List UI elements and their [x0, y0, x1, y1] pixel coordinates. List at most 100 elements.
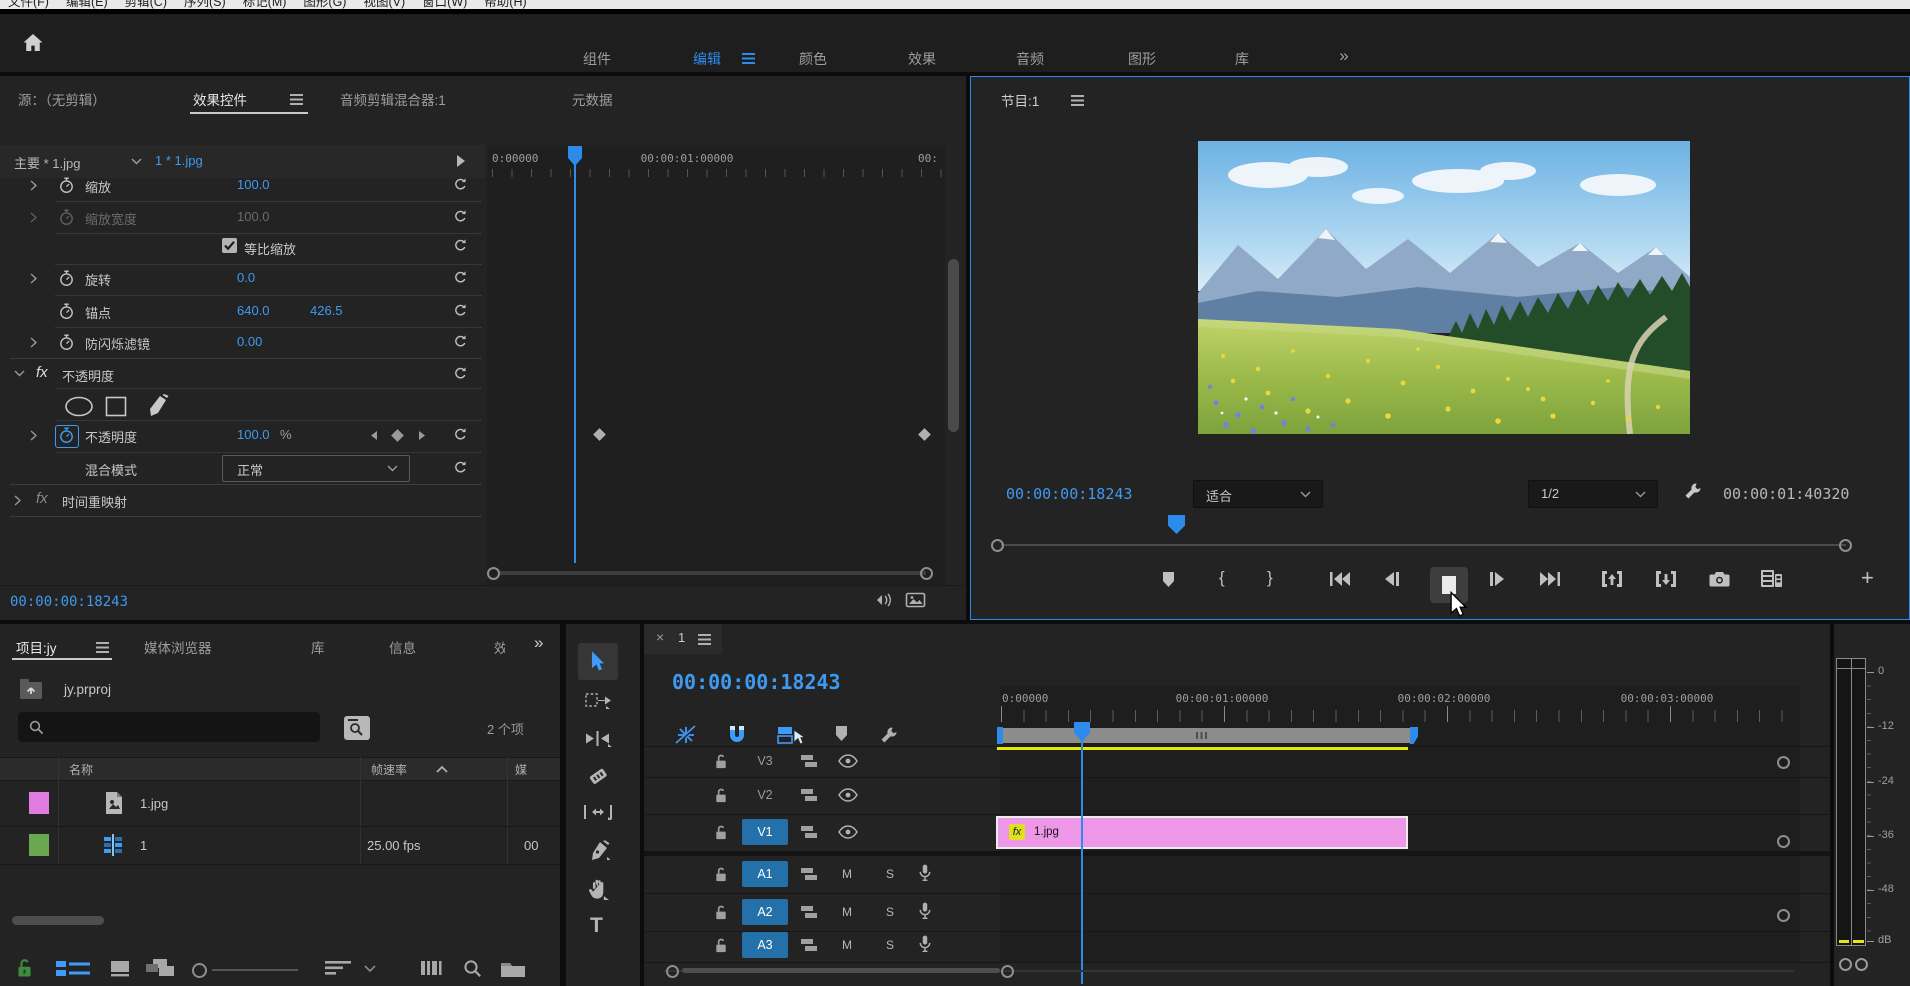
mark-in-icon[interactable]: {	[1219, 568, 1225, 588]
workspace-tab-assembly[interactable]: 组件	[583, 49, 611, 69]
track-target-v1[interactable]: V1	[742, 819, 788, 845]
work-area-bar[interactable]	[1003, 728, 1410, 743]
column-media-start[interactable]: 媒	[515, 761, 527, 778]
sync-lock-icon[interactable]	[800, 787, 818, 803]
track-target-v3[interactable]: V3	[742, 748, 788, 774]
project-row-image[interactable]	[0, 781, 560, 826]
solo-button[interactable]: S	[886, 938, 894, 952]
menu-edit[interactable]: 编辑(E)	[66, 0, 108, 9]
stopwatch-icon[interactable]	[58, 177, 75, 194]
track-lock-icon[interactable]	[714, 905, 728, 920]
prop-anchor-y[interactable]: 426.5	[310, 303, 343, 318]
expander-icon[interactable]	[30, 180, 37, 191]
rect-mask-icon[interactable]	[105, 396, 127, 417]
track-scroll-handle[interactable]	[1777, 756, 1790, 769]
timeline-hscroll-left-handle[interactable]	[666, 965, 679, 978]
expander-icon[interactable]	[30, 212, 37, 223]
seek-left-handle[interactable]	[991, 539, 1004, 552]
toggle-track-output-eye-icon[interactable]	[838, 825, 858, 839]
prop-scale-value[interactable]: 100.0	[237, 177, 270, 192]
multi-camera-icon[interactable]	[1759, 568, 1783, 589]
track-target-a3[interactable]: A3	[742, 932, 788, 958]
master-clip-label[interactable]: 主要 * 1.jpg	[14, 153, 80, 172]
prop-anchor-x[interactable]: 640.0	[237, 303, 270, 318]
extract-icon[interactable]	[1655, 570, 1677, 588]
timeline-timecode[interactable]: 00:00:00:18243	[672, 670, 841, 694]
next-keyframe-icon[interactable]	[418, 430, 426, 441]
item-name[interactable]: 1.jpg	[140, 796, 168, 811]
reset-icon[interactable]	[453, 270, 468, 285]
expander-icon[interactable]	[30, 337, 37, 348]
toggle-track-output-eye-icon[interactable]	[838, 754, 858, 768]
track-lock-icon[interactable]	[714, 788, 728, 803]
sequence-tab[interactable]: × 1	[644, 624, 722, 654]
menu-marker[interactable]: 标记(M)	[243, 0, 287, 9]
project-row-sequence[interactable]	[0, 826, 560, 864]
timeline-clip[interactable]: fx 1.jpg	[996, 816, 1408, 849]
track-target-a1[interactable]: A1	[742, 861, 788, 887]
workspace-tab-audio[interactable]: 音频	[1016, 49, 1044, 69]
effects-timeline-toggle-icon[interactable]	[456, 154, 466, 168]
icon-view-icon[interactable]	[110, 960, 130, 977]
solo-button[interactable]: S	[886, 867, 894, 881]
reset-icon[interactable]	[453, 209, 468, 224]
chevron-down-icon[interactable]	[364, 965, 376, 973]
toggle-track-output-eye-icon[interactable]	[838, 788, 858, 802]
mark-out-icon[interactable]: }	[1267, 568, 1273, 588]
reset-icon[interactable]	[453, 238, 468, 253]
panel-menu-icon[interactable]	[698, 634, 711, 645]
tab-source-monitor[interactable]: 源：（无剪辑）	[18, 89, 106, 109]
sequence-tab-label[interactable]: 1	[678, 630, 685, 645]
step-forward-icon[interactable]	[1489, 571, 1506, 587]
home-icon[interactable]	[22, 33, 44, 52]
menu-clip[interactable]: 剪辑(C)	[125, 0, 167, 9]
ec-hscroll-thumb[interactable]	[499, 571, 926, 575]
project-writable-lock-icon[interactable]	[16, 958, 33, 978]
panel-menu-icon[interactable]	[1071, 95, 1084, 106]
meter-solo-right[interactable]	[1855, 958, 1868, 971]
playback-resolution-dropdown[interactable]: 1/2	[1528, 480, 1658, 508]
linked-selection-icon[interactable]	[777, 724, 803, 746]
mute-button[interactable]: M	[842, 867, 852, 881]
solo-button[interactable]: S	[886, 905, 894, 919]
button-editor-plus-icon[interactable]: +	[1861, 565, 1874, 591]
prop-rotation-value[interactable]: 0.0	[237, 270, 255, 285]
tab-effects-clipped[interactable]: 效果	[494, 637, 505, 657]
program-seek-track[interactable]	[1001, 544, 1846, 546]
menu-window[interactable]: 窗口(W)	[422, 0, 467, 9]
list-view-icon[interactable]	[56, 960, 90, 977]
tab-audio-mixer[interactable]: 音频剪辑混合器:1	[340, 89, 446, 109]
prop-opacity-value[interactable]: 100.0	[237, 427, 270, 442]
pen-tool-icon[interactable]	[586, 840, 610, 862]
go-to-out-icon[interactable]	[1539, 571, 1561, 587]
expander-icon[interactable]	[14, 495, 21, 506]
reset-icon[interactable]	[453, 427, 468, 442]
meter-solo-left[interactable]	[1839, 958, 1852, 971]
add-keyframe-icon[interactable]	[391, 429, 404, 442]
prop-antiflicker-value[interactable]: 0.00	[237, 334, 262, 349]
column-frame-rate[interactable]: 帧速率	[371, 761, 407, 778]
track-target-v2[interactable]: V2	[742, 782, 788, 808]
workspace-tab-menu-icon[interactable]	[742, 53, 755, 64]
uniform-scale-checkbox[interactable]	[222, 238, 237, 253]
track-lock-icon[interactable]	[714, 938, 728, 953]
freeform-view-icon[interactable]	[145, 958, 175, 978]
track-lock-icon[interactable]	[714, 867, 728, 882]
find-icon[interactable]	[463, 959, 482, 978]
sync-lock-icon[interactable]	[800, 866, 818, 882]
export-frame-camera-icon[interactable]	[1709, 571, 1730, 588]
tab-project[interactable]: 项目:jy	[16, 637, 57, 657]
add-marker-icon[interactable]	[834, 725, 849, 742]
sort-ascending-icon[interactable]	[436, 765, 448, 773]
stopwatch-icon[interactable]	[58, 303, 75, 320]
timeline-hscroll-thumb[interactable]	[682, 968, 1000, 973]
tab-libraries[interactable]: 库	[311, 637, 325, 657]
ec-hscroll-left-handle[interactable]	[487, 567, 500, 580]
expander-icon[interactable]	[30, 273, 37, 284]
type-tool-icon[interactable]: T	[590, 914, 603, 938]
expander-open-icon[interactable]	[14, 370, 25, 377]
stopwatch-icon[interactable]	[58, 270, 75, 287]
blend-mode-dropdown[interactable]: 正常	[222, 455, 410, 482]
voiceover-mic-icon[interactable]	[918, 935, 932, 953]
play-audio-icon[interactable]	[870, 591, 892, 609]
